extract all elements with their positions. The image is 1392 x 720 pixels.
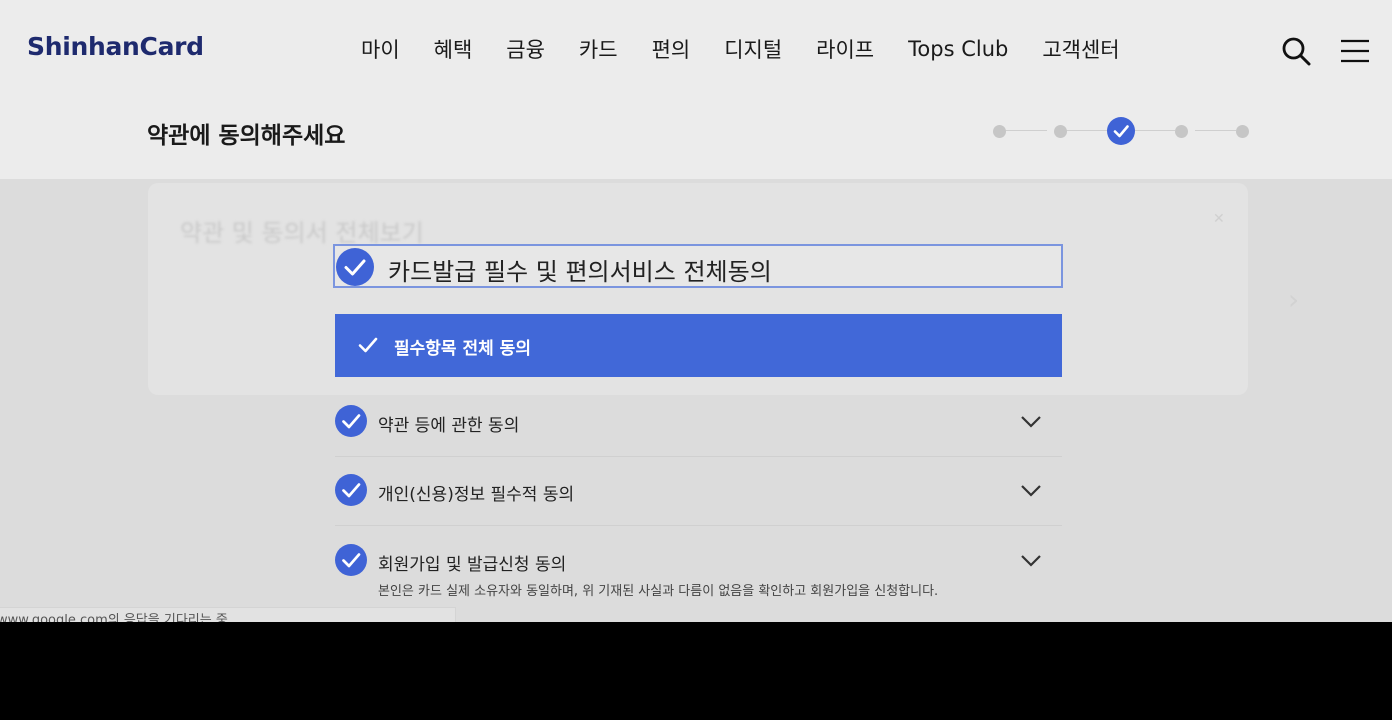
chevron-down-icon[interactable]: [1020, 484, 1042, 498]
site-header: ShinhanCard 마이 혜택 금융 카드 편의 디지털 라이프 Tops …: [0, 0, 1392, 96]
consent-item-label: 약관 등에 관한 동의: [378, 416, 520, 436]
search-icon[interactable]: [1281, 36, 1311, 66]
step-dot-1: [993, 125, 1006, 138]
nav-item-my[interactable]: 마이: [361, 34, 400, 64]
step-dot-4: [1175, 125, 1188, 138]
check-icon: [358, 337, 378, 353]
divider: [335, 525, 1062, 526]
page-title: 약관에 동의해주세요: [147, 123, 346, 149]
progress-stepper: [992, 117, 1250, 145]
chevron-down-icon[interactable]: [1020, 554, 1042, 568]
consent-item-label: 회원가입 및 발급신청 동의: [378, 555, 567, 575]
nav-item-digital[interactable]: 디지털: [724, 34, 782, 64]
nav-item-card[interactable]: 카드: [579, 34, 618, 64]
nav-item-benefits[interactable]: 혜택: [434, 34, 473, 64]
consent-item-personal-info[interactable]: 개인(신용)정보 필수적 동의: [335, 474, 1062, 508]
all-agree-checkbox[interactable]: 카드발급 필수 및 편의서비스 전체동의: [333, 244, 1063, 288]
nav-item-finance[interactable]: 금융: [506, 34, 545, 64]
divider: [335, 456, 1062, 457]
background-card-title: 약관 및 동의서 전체보기: [180, 219, 424, 247]
stepper-connector: [1195, 130, 1236, 131]
consent-item-label: 개인(신용)정보 필수적 동의: [378, 485, 575, 505]
stepper-connector: [1135, 130, 1175, 131]
browser-viewport: ShinhanCard 마이 혜택 금융 카드 편의 디지털 라이프 Tops …: [0, 0, 1392, 622]
stepper-connector: [1066, 130, 1108, 131]
consent-item-terms[interactable]: 약관 등에 관한 동의: [335, 405, 1062, 439]
consent-item-membership[interactable]: 회원가입 및 발급신청 동의: [335, 544, 1062, 578]
membership-description: 본인은 카드 실제 소유자와 동일하며, 위 기재된 사실과 다름이 없음을 확…: [378, 584, 939, 599]
step-dot-5: [1236, 125, 1249, 138]
browser-status-bar: www.google.com의 응답을 기다리는 중...: [0, 607, 456, 622]
main-nav: 마이 혜택 금융 카드 편의 디지털 라이프 Tops Club 고객센터: [344, 34, 1137, 64]
check-circle-icon[interactable]: [335, 405, 367, 437]
required-all-agree-label: 필수항목 전체 동의: [394, 339, 531, 359]
nav-item-convenience[interactable]: 편의: [652, 34, 691, 64]
step-header: 약관에 동의해주세요: [0, 96, 1392, 179]
status-text: www.google.com의 응답을 기다리는 중...: [0, 613, 241, 622]
hamburger-menu-icon[interactable]: [1340, 39, 1370, 63]
close-icon: ✕: [1213, 211, 1225, 227]
required-all-agree-button[interactable]: 필수항목 전체 동의: [335, 314, 1062, 377]
chevron-down-icon[interactable]: [1020, 415, 1042, 429]
nav-item-tops-club[interactable]: Tops Club: [908, 37, 1008, 61]
chevron-right-icon: ›: [1288, 283, 1300, 316]
stepper-connector: [1005, 130, 1047, 131]
step-current-check-icon: [1107, 117, 1135, 145]
check-circle-icon[interactable]: [335, 474, 367, 506]
nav-item-life[interactable]: 라이프: [816, 34, 874, 64]
step-dot-2: [1054, 125, 1067, 138]
nav-item-customer-center[interactable]: 고객센터: [1042, 34, 1119, 64]
all-agree-label: 카드발급 필수 및 편의서비스 전체동의: [388, 258, 772, 286]
shinhancard-logo[interactable]: ShinhanCard: [27, 32, 204, 61]
check-circle-icon[interactable]: [335, 544, 367, 576]
check-circle-icon: [336, 248, 374, 286]
